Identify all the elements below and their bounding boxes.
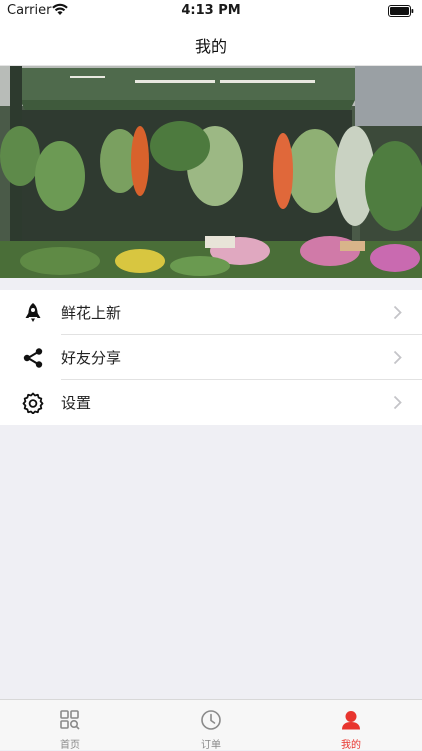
tab-profile[interactable]: 我的 — [281, 700, 421, 751]
menu-item-label: 好友分享 — [61, 349, 122, 367]
settings-menu: 鲜花上新 好友分享 设置 — [0, 290, 422, 425]
tab-orders[interactable]: 订单 — [141, 700, 281, 751]
battery-icon — [388, 5, 414, 21]
tab-bar: 首页 订单 我的 — [0, 699, 422, 751]
menu-item-settings[interactable]: 设置 — [0, 380, 422, 425]
status-bar: Carrier 4:13 PM — [0, 0, 422, 22]
chevron-right-icon — [393, 350, 402, 369]
menu-item-label: 鲜花上新 — [61, 304, 122, 322]
rocket-icon — [22, 302, 44, 324]
chevron-right-icon — [393, 395, 402, 414]
chevron-right-icon — [393, 305, 402, 324]
tab-label: 我的 — [341, 740, 361, 751]
navigation-bar: 我的 — [0, 22, 422, 66]
home-grid-icon — [59, 709, 81, 735]
share-icon — [22, 347, 44, 369]
tab-label: 订单 — [201, 740, 221, 751]
menu-item-share[interactable]: 好友分享 — [0, 335, 422, 380]
menu-item-label: 设置 — [61, 394, 92, 412]
page-title: 我的 — [194, 37, 227, 56]
tab-label: 首页 — [60, 740, 80, 751]
menu-item-new-flowers[interactable]: 鲜花上新 — [0, 290, 422, 335]
clock-time: 4:13 PM — [181, 3, 241, 18]
clock-icon — [200, 709, 222, 735]
gear-icon — [22, 392, 44, 415]
banner-image — [0, 66, 422, 278]
tab-home[interactable]: 首页 — [0, 700, 140, 751]
user-icon — [340, 709, 362, 735]
flower-shop-photo — [0, 66, 422, 278]
